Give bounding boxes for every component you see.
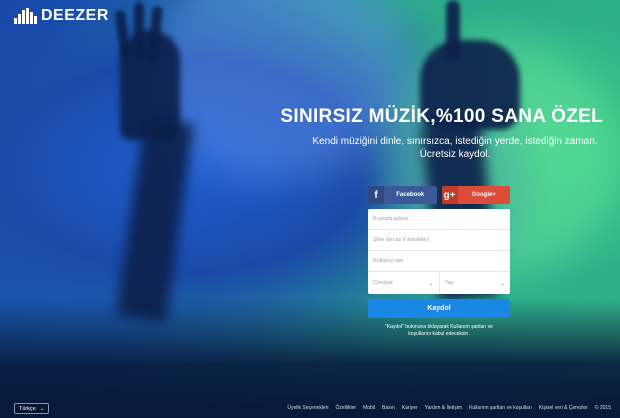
chevron-down-icon: ⌄ — [39, 405, 45, 412]
chevron-down-icon: ⌄ — [428, 280, 434, 287]
signup-submit-button[interactable]: Kaydol — [368, 299, 510, 318]
terms-line-2: koşullarını kabul edeceksin. — [408, 331, 470, 337]
facebook-icon: f — [368, 186, 384, 204]
footer-link[interactable]: Kariyer — [402, 405, 418, 411]
terms-notice: "Kaydol" butonuna tıklayarak Kullanım şa… — [368, 324, 510, 338]
age-select[interactable]: Yaş ⌄ — [440, 272, 511, 294]
chevron-down-icon: ⌄ — [499, 280, 505, 287]
facebook-button[interactable]: f Facebook — [368, 186, 437, 204]
terms-line-1: "Kaydol" butonuna tıklayarak Kullanım şa… — [384, 324, 494, 330]
gender-select-label: Cinsiyet — [373, 280, 393, 286]
footer-links: Üyelik Seçenekleri Özellikler Mobil Bası… — [287, 405, 611, 411]
google-button-label: Google+ — [471, 192, 496, 198]
google-button[interactable]: g+ Google+ — [441, 186, 510, 204]
hero-background — [0, 0, 620, 418]
footer-link[interactable]: Yardım & İletişim — [425, 405, 462, 411]
copyright: © 2015 — [594, 405, 611, 411]
signup-fields: E-posta adresi Şifre (en az 6 karakter) … — [368, 209, 510, 294]
signup-form: f Facebook g+ Google+ E-posta adresi Şif… — [368, 186, 510, 338]
gender-select[interactable]: Cinsiyet ⌄ — [368, 272, 440, 294]
google-plus-icon: g+ — [441, 186, 458, 204]
password-field[interactable]: Şifre (en az 6 karakter) — [368, 230, 510, 251]
brand-name: DEEZER — [41, 7, 109, 24]
hero-subline-2: Ücretsiz kaydol. — [419, 149, 491, 160]
equalizer-bars-icon — [14, 8, 37, 24]
facebook-button-label: Facebook — [396, 192, 425, 198]
deezer-logo[interactable]: DEEZER — [14, 8, 109, 24]
hero-headline: SINIRSIZ MÜZİK,%100 SANA ÖZEL — [280, 106, 603, 127]
language-select[interactable]: Türkçe ⌄ — [14, 403, 50, 414]
social-login: f Facebook g+ Google+ — [368, 186, 510, 204]
footer-link[interactable]: Özellikler — [336, 405, 357, 411]
hero-subline-1: Kendi müziğini dinle, sınırsızca, istedi… — [312, 136, 598, 147]
footer-link[interactable]: Kişisel veri & Çerezler — [539, 405, 588, 411]
hero-subline: Kendi müziğini dinle, sınırsızca, istedi… — [300, 135, 610, 161]
email-field[interactable]: E-posta adresi — [368, 209, 510, 230]
age-select-label: Yaş — [444, 280, 454, 286]
username-field[interactable]: Kullanıcı adı — [368, 251, 510, 272]
footer-link[interactable]: Üyelik Seçenekleri — [287, 405, 328, 411]
language-select-label: Türkçe — [19, 405, 36, 412]
footer-link[interactable]: Basın — [382, 405, 395, 411]
footer-link[interactable]: Mobil — [363, 405, 375, 411]
footer-link[interactable]: Kullanım şartları ve koşulları — [469, 405, 532, 411]
